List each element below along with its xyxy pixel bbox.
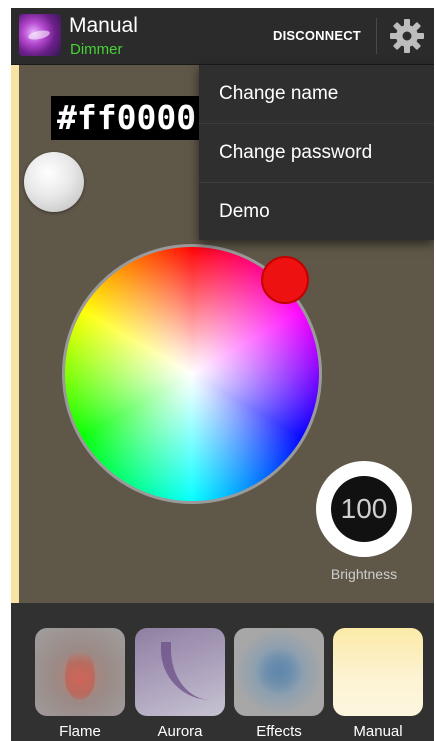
- tab-effects-label: Effects: [256, 723, 302, 740]
- app-screen: Manual Dimmer DISCONNECT #ff0000 100 Bri…: [11, 8, 434, 741]
- brightness-value: 100: [331, 476, 397, 542]
- hex-color-value: #ff0000: [51, 96, 203, 140]
- color-wheel-selector[interactable]: [261, 256, 309, 304]
- tab-effects[interactable]: [234, 628, 324, 716]
- tab-aurora-label: Aurora: [157, 723, 203, 740]
- tab-flame-label: Flame: [59, 723, 101, 740]
- tab-aurora[interactable]: [135, 628, 225, 716]
- tab-manual[interactable]: [333, 628, 423, 716]
- brightness-control[interactable]: 100: [316, 461, 412, 557]
- menu-item-change-password[interactable]: Change password: [199, 124, 434, 183]
- toolbar-divider: [376, 18, 377, 54]
- tab-manual-label: Manual: [353, 723, 403, 740]
- menu-item-demo[interactable]: Demo: [199, 183, 434, 241]
- mode-tab-bar: Flame Aurora Effects Manual: [11, 603, 434, 741]
- overflow-menu: Change name Change password Demo: [199, 65, 434, 240]
- disconnect-button[interactable]: DISCONNECT: [273, 28, 361, 43]
- gear-icon[interactable]: [388, 17, 426, 55]
- page-subtitle: Dimmer: [70, 41, 123, 58]
- aurora-icon: [161, 642, 221, 700]
- top-bar: Manual Dimmer DISCONNECT: [11, 8, 434, 65]
- app-logo-icon: [19, 14, 61, 56]
- brightness-label: Brightness: [330, 566, 398, 582]
- page-title: Manual: [69, 14, 138, 37]
- menu-item-change-name[interactable]: Change name: [199, 65, 434, 124]
- flame-icon: [65, 646, 95, 700]
- tab-flame[interactable]: [35, 628, 125, 716]
- white-balance-knob[interactable]: [24, 152, 84, 212]
- manual-icon: [333, 628, 423, 716]
- effects-icon: [256, 648, 302, 694]
- active-mode-strip: [11, 65, 19, 603]
